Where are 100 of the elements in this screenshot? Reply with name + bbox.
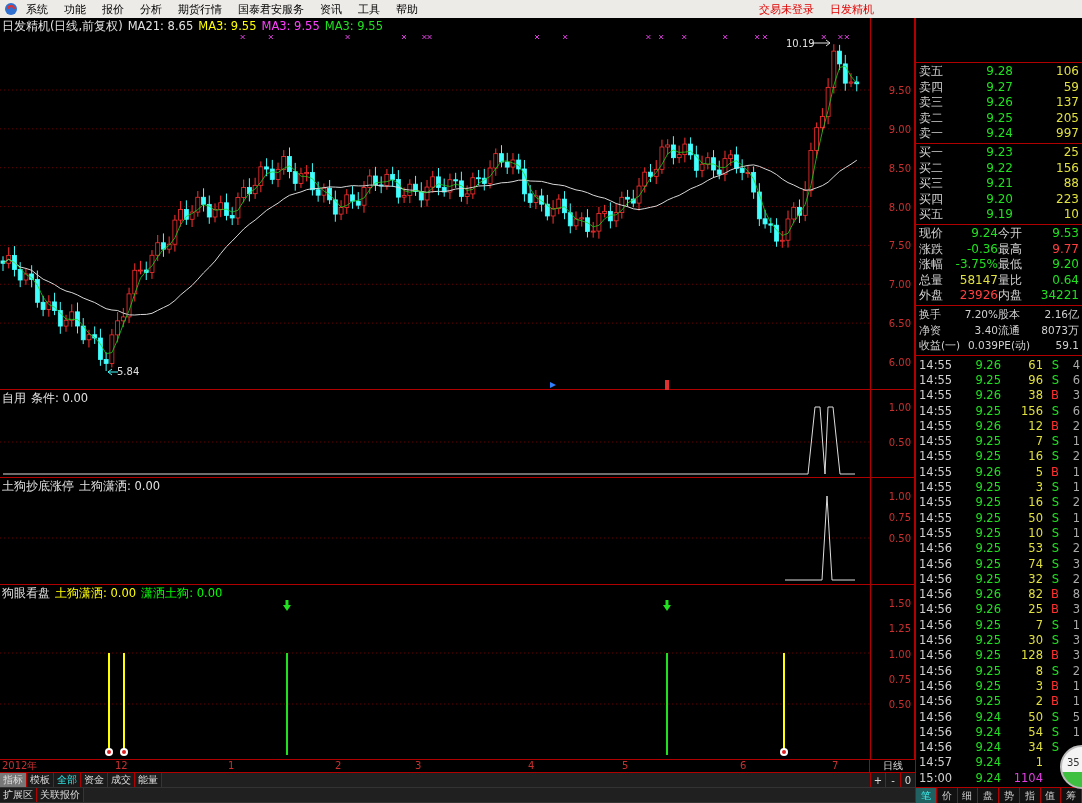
trade-count: 4 bbox=[1071, 357, 1080, 373]
order-volume: 137 bbox=[1055, 95, 1079, 111]
trade-side: S bbox=[1050, 373, 1059, 389]
order-price: 9.24 bbox=[985, 126, 1013, 142]
menu-item[interactable]: 报价 bbox=[94, 1, 132, 17]
trade-count: 2 bbox=[1071, 663, 1080, 679]
stat-value: 23926 bbox=[958, 288, 998, 304]
trade-time: 14:55 bbox=[919, 403, 954, 419]
trade-volume: 32 bbox=[1027, 571, 1043, 588]
trade-time: 14:55 bbox=[919, 510, 954, 526]
order-price: 9.28 bbox=[985, 64, 1013, 80]
trade-price: 9.25 bbox=[974, 694, 1001, 710]
trade-count: 1 bbox=[1071, 525, 1080, 542]
order-price: 9.23 bbox=[985, 144, 1013, 161]
menu-item[interactable]: 工具 bbox=[350, 1, 388, 17]
trade-volume: 38 bbox=[1027, 388, 1043, 404]
trade-count: 3 bbox=[1071, 556, 1080, 572]
detail-tab[interactable]: 盘 bbox=[978, 788, 999, 803]
order-level-label: 卖三 bbox=[919, 95, 944, 111]
order-volume: 223 bbox=[1055, 191, 1079, 208]
stat-label: 内盘 bbox=[998, 288, 1023, 304]
filter-tab[interactable]: 全部 bbox=[54, 773, 81, 787]
indicator-tab[interactable]: 指标 bbox=[0, 773, 27, 787]
menu-item[interactable]: 功能 bbox=[56, 1, 94, 17]
menu-item[interactable]: 帮助 bbox=[388, 1, 426, 17]
trade-time: 14:57 bbox=[919, 755, 954, 771]
stat-label: 最低 bbox=[998, 257, 1023, 273]
trade-count: 1 bbox=[1071, 464, 1080, 481]
trade-time: 14:56 bbox=[919, 663, 954, 679]
trade-price: 9.25 bbox=[974, 556, 1001, 572]
order-volume: 205 bbox=[1055, 110, 1079, 127]
trade-price: 9.25 bbox=[974, 373, 1001, 389]
order-level-label: 卖四 bbox=[919, 79, 944, 96]
trade-count: 3 bbox=[1071, 648, 1080, 664]
trade-time: 14:56 bbox=[919, 694, 954, 710]
order-volume: 997 bbox=[1055, 126, 1079, 142]
trade-count: 1 bbox=[1071, 510, 1080, 526]
panel-tab[interactable]: 扩展区 bbox=[0, 788, 37, 802]
order-price: 9.19 bbox=[985, 207, 1013, 223]
stat-value: 0.64 bbox=[1051, 272, 1079, 289]
axis-tick-label: 8.00 bbox=[888, 201, 911, 213]
menu-item[interactable]: 期货行情 bbox=[170, 1, 230, 17]
trade-count: 3 bbox=[1071, 602, 1080, 618]
trade-time: 14:55 bbox=[919, 373, 954, 389]
stat-value: 9.20 bbox=[1051, 257, 1079, 273]
indicator-value: MA21: 8.65 bbox=[127, 19, 194, 34]
stat-value: -3.75% bbox=[954, 257, 998, 273]
menu-item[interactable]: 分析 bbox=[132, 1, 170, 17]
trade-volume: 7 bbox=[1034, 617, 1043, 634]
panel-tab[interactable]: 关联报价 bbox=[37, 788, 84, 802]
order-price: 9.21 bbox=[985, 176, 1013, 192]
menu-item[interactable]: 资讯 bbox=[312, 1, 350, 17]
stat-value: 2.16亿 bbox=[1043, 306, 1079, 322]
trade-time: 14:55 bbox=[919, 388, 954, 404]
filter-tab[interactable]: 能量 bbox=[135, 773, 162, 787]
trade-price: 9.26 bbox=[974, 357, 1001, 373]
trade-volume: 16 bbox=[1027, 495, 1043, 511]
detail-tab[interactable]: 价 bbox=[936, 788, 958, 803]
detail-tab[interactable]: 筹 bbox=[1061, 788, 1082, 803]
order-volume: 106 bbox=[1055, 64, 1079, 80]
order-volume: 88 bbox=[1062, 176, 1079, 192]
stat-value: 9.77 bbox=[1051, 241, 1079, 258]
order-price: 9.25 bbox=[985, 110, 1013, 127]
menu-item[interactable]: 国泰君安服务 bbox=[230, 1, 312, 17]
trade-time: 14:56 bbox=[919, 617, 954, 634]
trade-volume: 30 bbox=[1027, 633, 1043, 649]
detail-tab[interactable]: 值 bbox=[1040, 788, 1062, 803]
indicator-tab[interactable]: 模板 bbox=[27, 773, 54, 787]
trade-volume: 128 bbox=[1020, 648, 1043, 664]
stat-label: PE(动) bbox=[998, 338, 1032, 354]
trade-volume: 2 bbox=[1034, 694, 1043, 710]
menu-item[interactable]: 系统 bbox=[18, 1, 56, 17]
trade-side: B bbox=[1050, 678, 1059, 695]
stat-label: 收益(一) bbox=[919, 338, 962, 354]
zoom-button[interactable]: + bbox=[870, 773, 885, 787]
trade-side: S bbox=[1050, 571, 1059, 588]
stat-label: 量比 bbox=[998, 272, 1023, 289]
zoom-button[interactable]: 0 bbox=[900, 773, 915, 787]
trade-price: 9.25 bbox=[974, 510, 1001, 526]
trade-side: S bbox=[1050, 525, 1059, 542]
stat-label: 流通 bbox=[998, 322, 1021, 338]
float-widget[interactable]: 35 bbox=[1060, 745, 1082, 789]
trade-side: S bbox=[1050, 495, 1059, 511]
trade-count: 2 bbox=[1071, 418, 1080, 435]
stat-label: 最高 bbox=[998, 241, 1023, 258]
filter-tab[interactable]: 资金 bbox=[81, 773, 108, 787]
stat-label: 总量 bbox=[919, 272, 944, 289]
detail-tab[interactable]: 指 bbox=[1019, 788, 1041, 803]
zoom-button[interactable]: - bbox=[885, 773, 900, 787]
stat-value: 59.1 bbox=[1054, 338, 1079, 354]
trade-side: B bbox=[1050, 602, 1059, 618]
trade-price: 9.24 bbox=[974, 755, 1001, 771]
trade-price: 9.25 bbox=[974, 434, 1001, 450]
trade-price: 9.26 bbox=[974, 602, 1001, 618]
detail-tab[interactable]: 细 bbox=[957, 788, 979, 803]
detail-tab[interactable]: 笔 bbox=[916, 788, 937, 803]
filter-tab[interactable]: 成交 bbox=[108, 773, 135, 787]
detail-tab[interactable]: 势 bbox=[999, 788, 1020, 803]
trade-time: 14:56 bbox=[919, 587, 954, 603]
axis-tick-label: 6.50 bbox=[888, 317, 911, 329]
